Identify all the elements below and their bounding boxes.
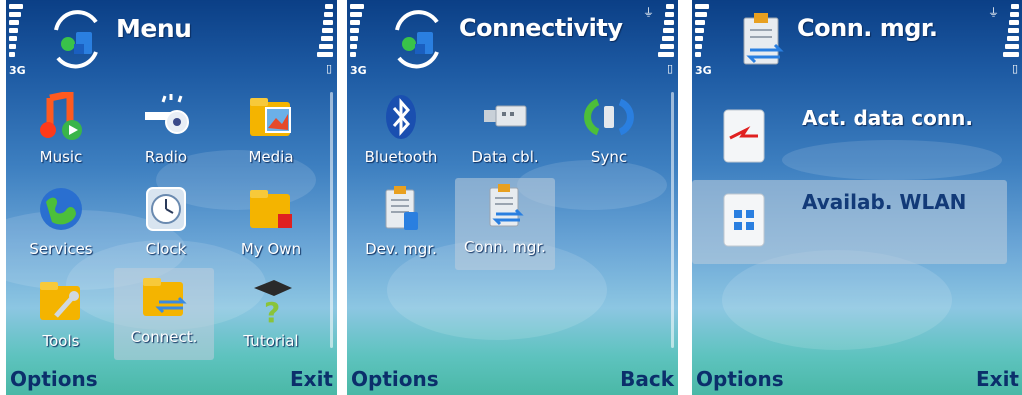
menu-item-my-own[interactable]: My Own	[221, 180, 321, 270]
menu-app-icon	[54, 10, 98, 69]
connect-folder-icon	[143, 278, 187, 316]
scrollbar[interactable]	[671, 92, 674, 348]
conn-item-label: Bluetooth	[364, 148, 438, 166]
options-softkey[interactable]: Options	[10, 367, 98, 391]
tutorial-icon: ?	[254, 280, 292, 329]
exit-softkey[interactable]: Exit	[976, 367, 1019, 391]
list-item-available-wlan[interactable]: Availab. WLAN	[692, 180, 1007, 264]
clock-icon	[146, 187, 186, 231]
options-softkey[interactable]: Options	[351, 367, 439, 391]
active-data-icon	[723, 109, 765, 163]
menu-item-label: My Own	[240, 240, 302, 258]
options-softkey[interactable]: Options	[696, 367, 784, 391]
signal-strength-icon	[9, 4, 25, 60]
device-manager-icon	[385, 186, 418, 230]
menu-item-label: Tools	[42, 332, 80, 350]
menu-item-label: Music	[39, 148, 83, 166]
connectivity-screen: 3G ▯ ⏚ Connectivity Bluetooth Data cbl.	[347, 0, 678, 395]
battery-level-icon: ▯	[325, 62, 332, 75]
exit-softkey[interactable]: Exit	[290, 367, 333, 391]
menu-item-label: Services	[29, 240, 93, 258]
radio-icon	[145, 94, 189, 134]
conn-item-device-manager[interactable]: Dev. mgr.	[351, 180, 451, 270]
menu-item-services[interactable]: Services	[11, 180, 111, 270]
menu-item-music[interactable]: Music	[11, 88, 111, 178]
conn-item-data-cable[interactable]: Data cbl.	[455, 88, 555, 178]
battery-level-icon: ▯	[666, 62, 673, 75]
conn-mgr-app-icon	[743, 13, 784, 65]
battery-icon	[658, 4, 674, 60]
list-item-label: Act. data conn.	[802, 106, 973, 130]
menu-item-label: Connect.	[130, 328, 198, 346]
connection-manager-icon	[489, 184, 524, 227]
globe-icon	[40, 188, 82, 230]
softkey-bar: Options Exit	[692, 361, 1022, 395]
folder-icon	[250, 190, 292, 228]
menu-item-connect[interactable]: Connect.	[114, 268, 214, 360]
connectivity-app-icon	[395, 10, 439, 69]
conn-item-label: Sync	[590, 148, 628, 166]
sync-icon	[584, 98, 634, 136]
usb-status-icon: ⏚	[988, 6, 999, 19]
conn-item-label: Data cbl.	[471, 148, 539, 166]
usb-status-icon: ⏚	[643, 6, 654, 19]
list-item-label: Availab. WLAN	[802, 190, 967, 214]
back-softkey[interactable]: Back	[620, 367, 674, 391]
menu-item-radio[interactable]: Radio	[116, 88, 216, 178]
menu-item-media[interactable]: Media	[221, 88, 321, 178]
conn-item-label: Conn. mgr.	[464, 238, 546, 256]
signal-strength-icon	[350, 4, 366, 60]
conn-item-bluetooth[interactable]: Bluetooth	[351, 88, 451, 178]
conn-item-connection-manager[interactable]: Conn. mgr.	[455, 178, 555, 270]
tools-folder-icon	[40, 282, 80, 320]
network-indicator: 3G	[350, 64, 367, 77]
menu-screen: 3G ▯ Menu Music Radio Media Services Clo…	[6, 0, 337, 395]
conn-item-sync[interactable]: Sync	[559, 88, 659, 178]
menu-item-tools[interactable]: Tools	[11, 272, 111, 362]
media-folder-icon	[250, 98, 291, 136]
menu-item-clock[interactable]: Clock	[116, 180, 216, 270]
conn-item-label: Dev. mgr.	[365, 240, 437, 258]
menu-item-label: Clock	[145, 240, 187, 258]
menu-item-label: Media	[248, 148, 294, 166]
network-indicator: 3G	[695, 64, 712, 77]
menu-item-label: Tutorial	[243, 332, 299, 350]
scrollbar[interactable]	[330, 92, 333, 348]
battery-icon	[317, 4, 333, 60]
list-item-active-data[interactable]: Act. data conn.	[692, 96, 1007, 180]
menu-item-label: Radio	[144, 148, 188, 166]
softkey-bar: Options Back	[347, 361, 678, 395]
page-title: Connectivity	[459, 14, 623, 42]
usb-cable-icon	[484, 105, 527, 127]
battery-icon	[1003, 4, 1019, 60]
wlan-icon	[723, 193, 765, 247]
conn-mgr-screen: 3G ▯ ⏚ Conn. mgr. Act. data conn. Availa…	[692, 0, 1022, 395]
page-title: Menu	[116, 14, 192, 43]
battery-level-icon: ▯	[1011, 62, 1018, 75]
svg-text:?: ?	[264, 296, 280, 326]
menu-item-tutorial[interactable]: ? Tutorial	[221, 272, 321, 362]
softkey-bar: Options Exit	[6, 361, 337, 395]
signal-strength-icon	[695, 4, 711, 60]
music-icon	[40, 89, 82, 140]
network-indicator: 3G	[9, 64, 26, 77]
page-title: Conn. mgr.	[797, 14, 938, 42]
bluetooth-icon	[386, 95, 416, 139]
